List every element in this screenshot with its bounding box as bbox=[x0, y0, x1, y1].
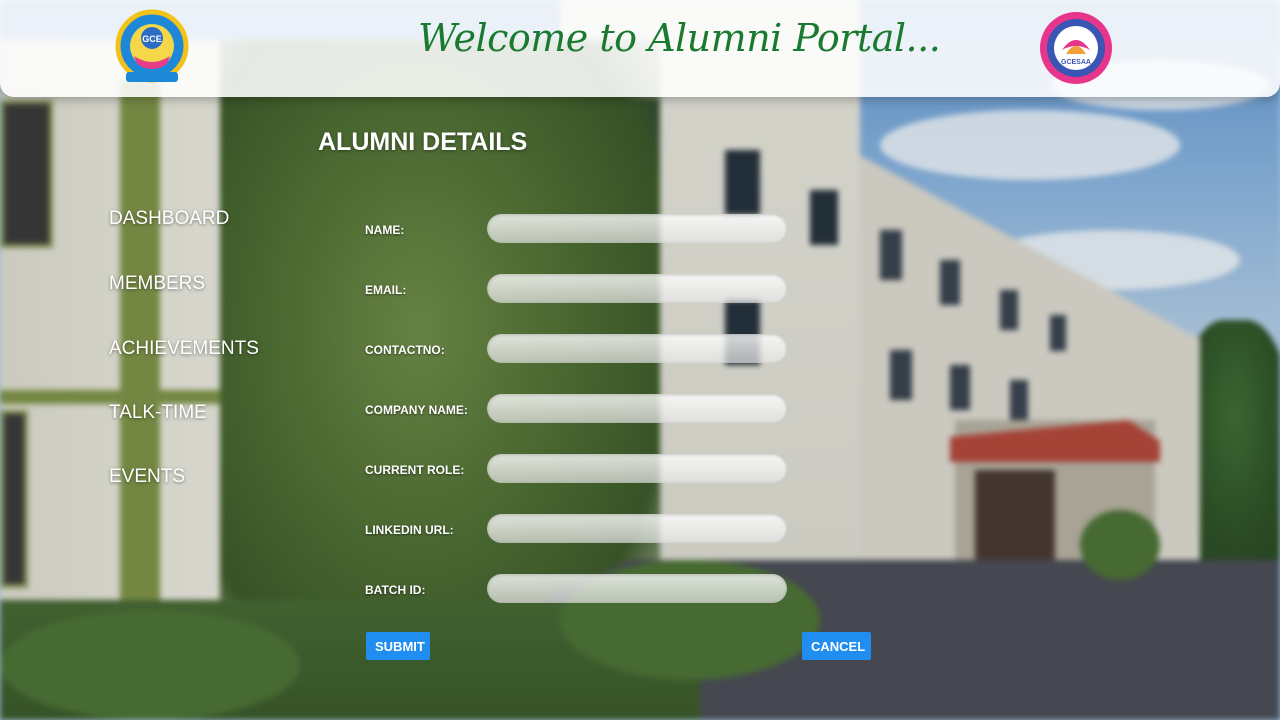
contact-number-label: CONTACTNO: bbox=[365, 343, 445, 357]
top-header: GCE Welcome to Alumni Portal... GCESAA bbox=[0, 0, 1280, 97]
sidebar-item-members[interactable]: MEMBERS bbox=[109, 273, 205, 295]
college-emblem-logo-icon: GCE bbox=[115, 9, 189, 83]
alumni-association-logo-icon: GCESAA bbox=[1040, 12, 1112, 84]
logo-text: GCESAA bbox=[1061, 59, 1091, 66]
cancel-button[interactable]: CANCEL bbox=[802, 632, 871, 660]
company-name-input[interactable] bbox=[487, 394, 787, 423]
email-input[interactable] bbox=[487, 274, 787, 303]
submit-button[interactable]: SUBMIT bbox=[366, 632, 430, 660]
batch-id-input[interactable] bbox=[487, 574, 787, 603]
current-role-label: CURRENT ROLE: bbox=[365, 463, 465, 477]
logo-text: GCE bbox=[142, 34, 162, 44]
name-input[interactable] bbox=[487, 214, 787, 243]
welcome-heading: Welcome to Alumni Portal... bbox=[418, 16, 941, 60]
email-label: EMAIL: bbox=[365, 283, 407, 297]
sidebar-item-dashboard[interactable]: DASHBOARD bbox=[109, 208, 229, 230]
linkedin-url-label: LINKEDIN URL: bbox=[365, 523, 454, 537]
linkedin-url-input[interactable] bbox=[487, 514, 787, 543]
company-name-label: COMPANY NAME: bbox=[365, 403, 468, 417]
contact-number-input[interactable] bbox=[487, 334, 787, 363]
name-label: NAME: bbox=[365, 223, 405, 237]
page-title: ALUMNI DETAILS bbox=[318, 128, 528, 156]
batch-id-label: BATCH ID: bbox=[365, 583, 426, 597]
current-role-input[interactable] bbox=[487, 454, 787, 483]
sidebar-item-achievements[interactable]: ACHIEVEMENTS bbox=[109, 338, 259, 360]
sidebar-item-talk-time[interactable]: TALK-TIME bbox=[109, 402, 207, 424]
sidebar-item-events[interactable]: EVENTS bbox=[109, 466, 185, 488]
